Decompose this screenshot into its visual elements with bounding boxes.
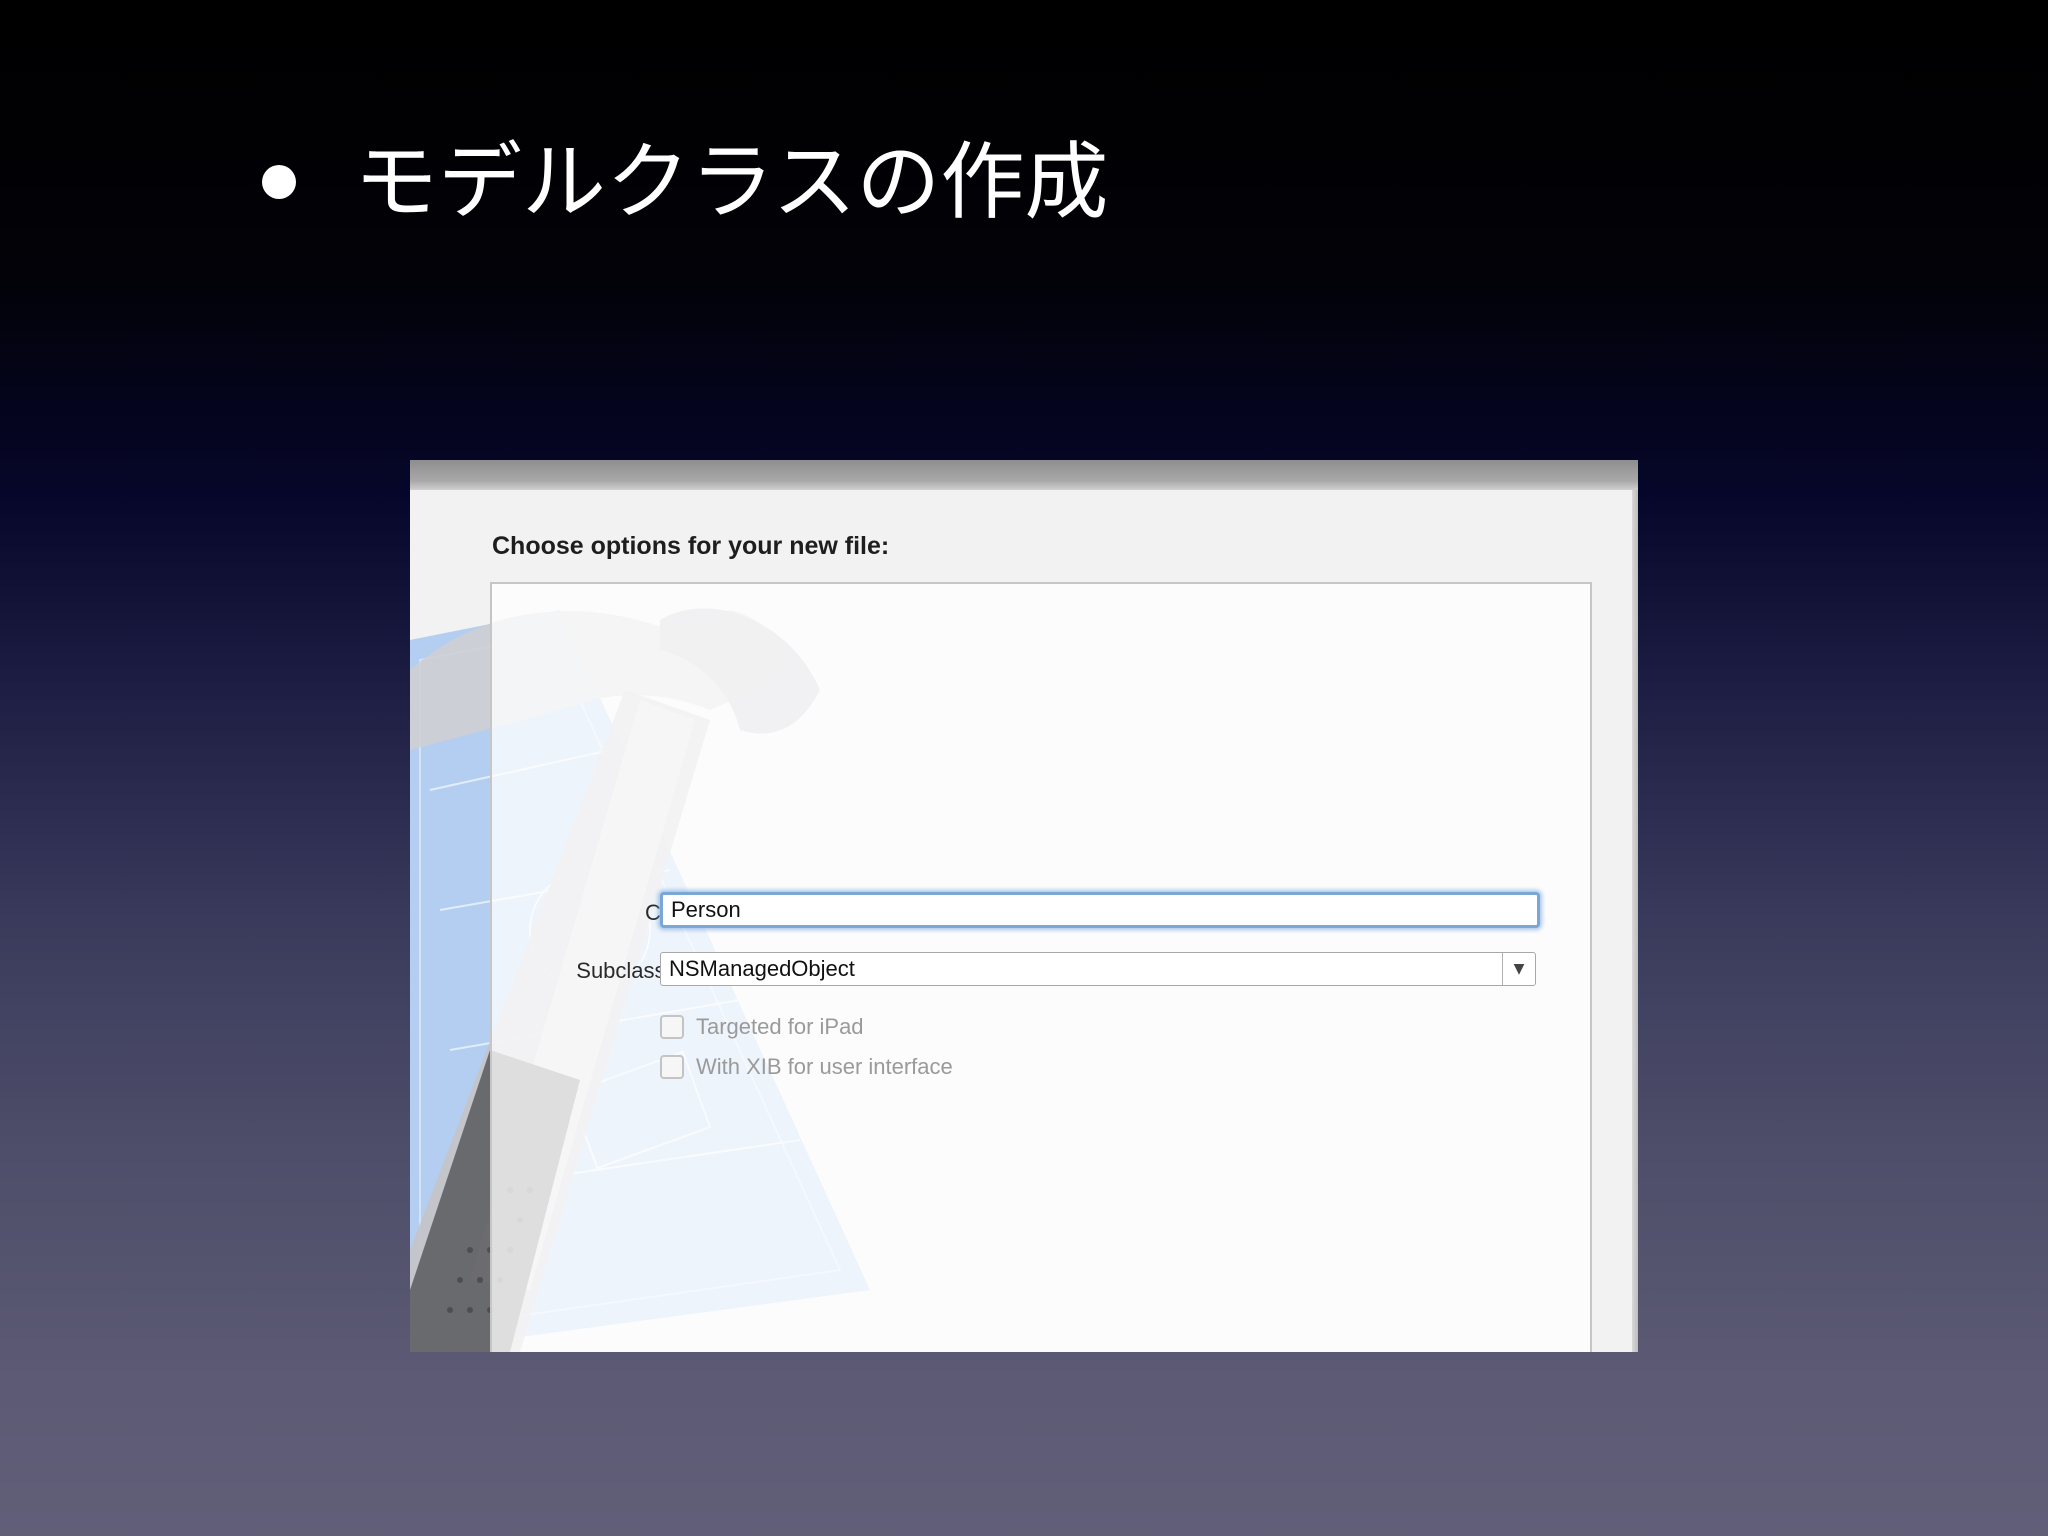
targeted-for-ipad-option[interactable]: Targeted for iPad bbox=[660, 1014, 864, 1040]
chevron-down-icon[interactable]: ▼ bbox=[1502, 953, 1535, 985]
window-titlebar bbox=[410, 460, 1638, 490]
with-xib-option[interactable]: With XIB for user interface bbox=[660, 1054, 953, 1080]
xcode-new-file-dialog-screenshot: Choose options for your new file: Class … bbox=[410, 460, 1638, 1352]
bullet-icon bbox=[262, 165, 296, 199]
targeted-for-ipad-checkbox[interactable] bbox=[660, 1015, 684, 1039]
targeted-for-ipad-label: Targeted for iPad bbox=[696, 1014, 864, 1039]
subclass-selected-value: NSManagedObject bbox=[669, 956, 855, 981]
class-name-input[interactable] bbox=[660, 892, 1540, 928]
slide-title-text: モデルクラスの作成 bbox=[354, 133, 1109, 231]
options-heading: Choose options for your new file: bbox=[492, 532, 890, 560]
slide-title: モデルクラスの作成 bbox=[262, 140, 1108, 224]
with-xib-checkbox[interactable] bbox=[660, 1055, 684, 1079]
with-xib-label: With XIB for user interface bbox=[696, 1054, 953, 1079]
subclass-dropdown[interactable]: NSManagedObject ▼ bbox=[660, 952, 1536, 986]
window-right-edge bbox=[1632, 490, 1638, 1352]
